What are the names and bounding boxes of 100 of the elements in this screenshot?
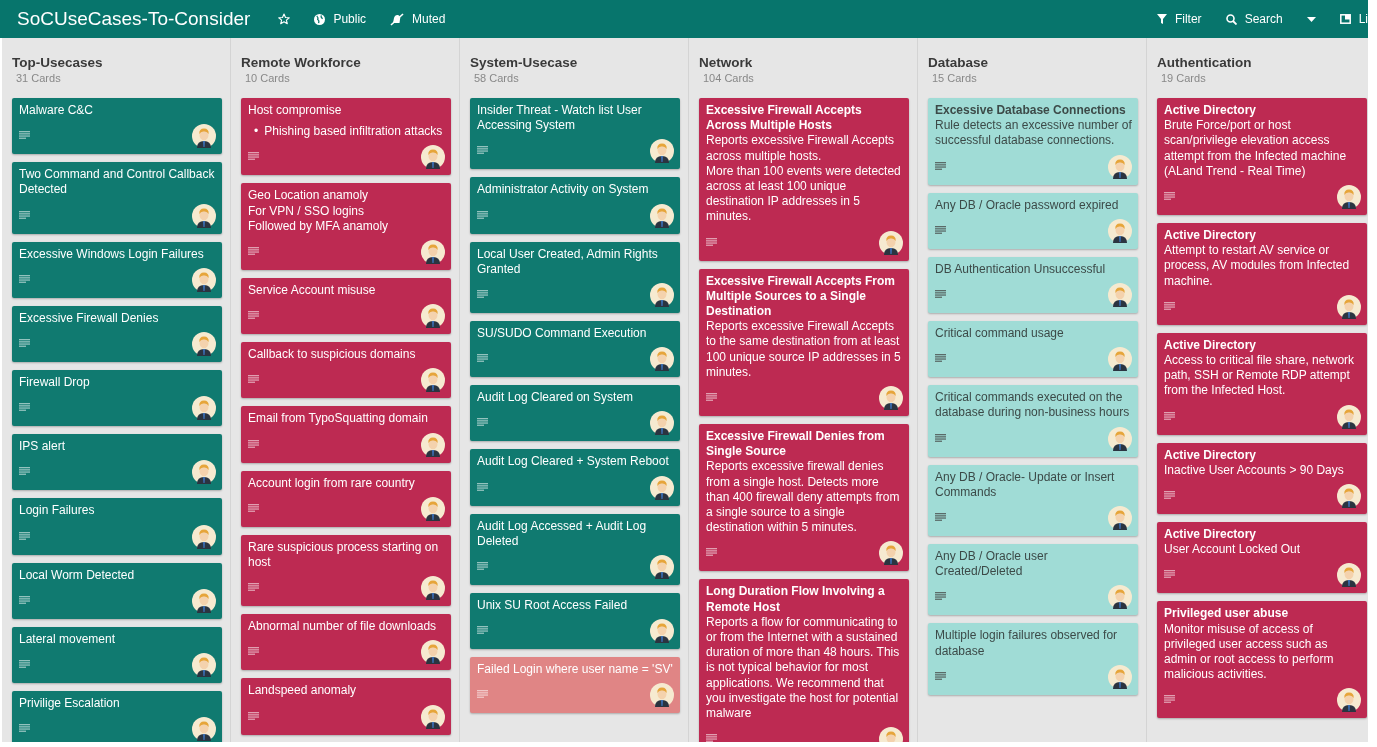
caret-button[interactable] <box>1306 16 1316 22</box>
card[interactable]: Any DB / Oracle- Update or Insert Commands <box>928 464 1138 537</box>
card[interactable] <box>699 579 909 742</box>
description-icon <box>935 513 946 522</box>
card[interactable] <box>699 424 909 572</box>
description-icon <box>477 482 488 491</box>
card[interactable]: Privilige Escalation <box>12 691 222 742</box>
card[interactable]: Privileged user abuse Monitor misuse of access of privileged user access such as admin or root access to perform malicious activities. <box>1157 601 1367 719</box>
card[interactable]: Excessive Database Connections Rule detects an excessive number of successful database connections. <box>928 98 1138 185</box>
visibility-button[interactable]: Public <box>314 12 367 26</box>
card[interactable]: Audit Log Cleared on System <box>470 385 680 442</box>
card-title: DB Authentication Unsuccessful <box>935 261 1107 277</box>
avatar-icon <box>1337 185 1361 209</box>
card[interactable]: Landspeed anomaly <box>241 678 451 735</box>
avatar-icon <box>192 717 216 742</box>
view-button[interactable]: Li <box>1339 12 1368 26</box>
description-icon <box>248 152 259 161</box>
list-title: Database <box>928 55 990 70</box>
card-title: Unix SU Root Access Failed <box>477 598 629 614</box>
card[interactable]: Local Worm Detected <box>12 562 222 619</box>
card[interactable]: Local User Created, Admin Rights Granted <box>470 241 680 313</box>
card[interactable]: Host compromise • Phishing based infiltration attacks <box>241 98 451 176</box>
card[interactable]: Excessive Windows Login Failures <box>12 241 222 298</box>
avatar-icon <box>650 411 674 436</box>
card[interactable]: Rare suspicious process starting on host <box>241 534 451 607</box>
card[interactable]: IPS alert <box>12 434 222 491</box>
search-label: Search <box>1244 12 1283 26</box>
card-title: Malware C&C <box>19 103 94 119</box>
list-title: Top-Usecases <box>12 55 104 70</box>
list-title: Authentication <box>1157 55 1253 70</box>
card[interactable]: Critical commands executed on the database during non-business hours <box>928 385 1138 457</box>
card[interactable] <box>699 98 909 261</box>
avatar-icon <box>421 240 445 264</box>
card[interactable]: Login Failures <box>12 498 222 555</box>
card[interactable]: Audit Log Cleared + System Reboot <box>470 449 680 506</box>
description-icon <box>248 375 259 384</box>
card[interactable]: Administrator Activity on System <box>470 177 680 234</box>
card[interactable]: Active Directory User Account Locked Out <box>1157 522 1367 594</box>
card-count: 31 Cards <box>15 72 62 84</box>
card[interactable]: Service Account misuse <box>241 278 451 335</box>
card[interactable]: Callback to suspicious domains <box>241 342 451 399</box>
description-icon <box>248 311 259 320</box>
card[interactable]: Abnormal number of file downloads <box>241 614 451 671</box>
card-title: Audit Log Accessed + Audit Log Deleted <box>477 518 648 550</box>
card[interactable]: Geo Location anamoly For VPN / SSO logins Followed by MFA anamoly <box>241 183 451 270</box>
card[interactable]: Critical command usage <box>928 321 1138 378</box>
description-icon <box>706 393 717 402</box>
card[interactable]: Malware C&C <box>12 98 222 155</box>
card[interactable]: Excessive Firewall Accepts From Multiple Sources to a Single Destination Reports excessive Firewall Accepts to the same destination from at least 100 unique source IP addresses in 5 minutes. <box>699 268 909 417</box>
avatar-icon <box>192 588 216 613</box>
card-count: 58 Cards <box>473 72 520 84</box>
avatar-icon <box>1108 585 1132 610</box>
card-count: 104 Cards <box>702 72 755 84</box>
avatar-icon <box>650 683 674 708</box>
card[interactable]: Audit Log Accessed + Audit Log Deleted <box>470 513 680 586</box>
card[interactable]: Multiple login failures observed for database <box>928 623 1138 695</box>
card[interactable]: Any DB / Oracle password expired <box>928 192 1138 249</box>
avatar-icon <box>421 640 445 665</box>
board-title[interactable]: SoCUseCases-To-Consider <box>17 8 251 30</box>
card-title: Administrator Activity on System <box>477 182 650 198</box>
card[interactable]: Lateral movement <box>12 626 222 684</box>
card[interactable]: Email from TypoSquatting domain <box>241 406 451 463</box>
card[interactable]: Two Command and Control Callback Detected <box>12 162 222 234</box>
search-button[interactable]: Search <box>1225 12 1283 26</box>
card[interactable]: SU/SUDO Command Execution <box>470 321 680 378</box>
filter-button[interactable]: Filter <box>1156 12 1202 26</box>
card[interactable]: Any DB / Oracle user Created/Deleted <box>928 544 1138 616</box>
card-title: Excessive Firewall Denies <box>19 310 160 326</box>
card-title: Active Directory <box>1164 447 1258 463</box>
description-icon <box>248 583 259 592</box>
card[interactable]: Account login from rare country <box>241 470 451 527</box>
card[interactable]: Excessive Firewall Denies <box>12 305 222 362</box>
card-title: Active Directory <box>1164 228 1258 244</box>
star-button[interactable] <box>278 13 291 25</box>
notification-button[interactable]: Muted <box>390 12 446 26</box>
card[interactable]: Firewall Drop <box>12 370 222 427</box>
description-icon <box>248 711 259 720</box>
card-title: IPS alert <box>19 439 67 455</box>
card-title: Any DB / Oracle password expired <box>935 197 1120 213</box>
card-description: For VPN / SSO logins <box>248 203 366 219</box>
avatar-icon <box>192 203 216 228</box>
avatar-icon <box>421 304 445 329</box>
card[interactable]: DB Authentication Unsuccessful <box>928 256 1138 313</box>
description-icon <box>477 690 488 699</box>
card[interactable]: Unix SU Root Access Failed <box>470 593 680 650</box>
card[interactable]: Active Directory Brute Force/port or host scan/privilege elevation access attempt from the Infected machine (ALand Trend - Real Time) <box>1157 98 1367 215</box>
card-title: Local User Created, Admin Rights Granted <box>477 246 659 277</box>
card-title: Email from TypoSquatting domain <box>248 411 429 427</box>
description-icon <box>477 626 488 635</box>
muted-bell-icon <box>390 12 405 26</box>
avatar-icon <box>650 347 674 372</box>
list-title: System-Usecase <box>470 55 579 70</box>
card-title: Long Duration Flow Involving a Remote Host <box>706 584 886 615</box>
card[interactable]: Insider Threat - Watch list User Accessing System <box>470 98 680 170</box>
card-count: 10 Cards <box>244 72 291 84</box>
card-title: Insider Threat - Watch list User Accessing System <box>477 103 643 134</box>
card[interactable]: Active Directory Attempt to restart AV service or process, AV modules from Infected machine. <box>1157 223 1367 325</box>
card[interactable]: Active Directory Inactive User Accounts > 90 Days <box>1157 442 1367 515</box>
card[interactable]: Active Directory Access to critical file share, network path, SSH or Remote RDP attempt from the Infected Host. <box>1157 332 1367 435</box>
card-title: Geo Location anamoly <box>248 188 370 204</box>
